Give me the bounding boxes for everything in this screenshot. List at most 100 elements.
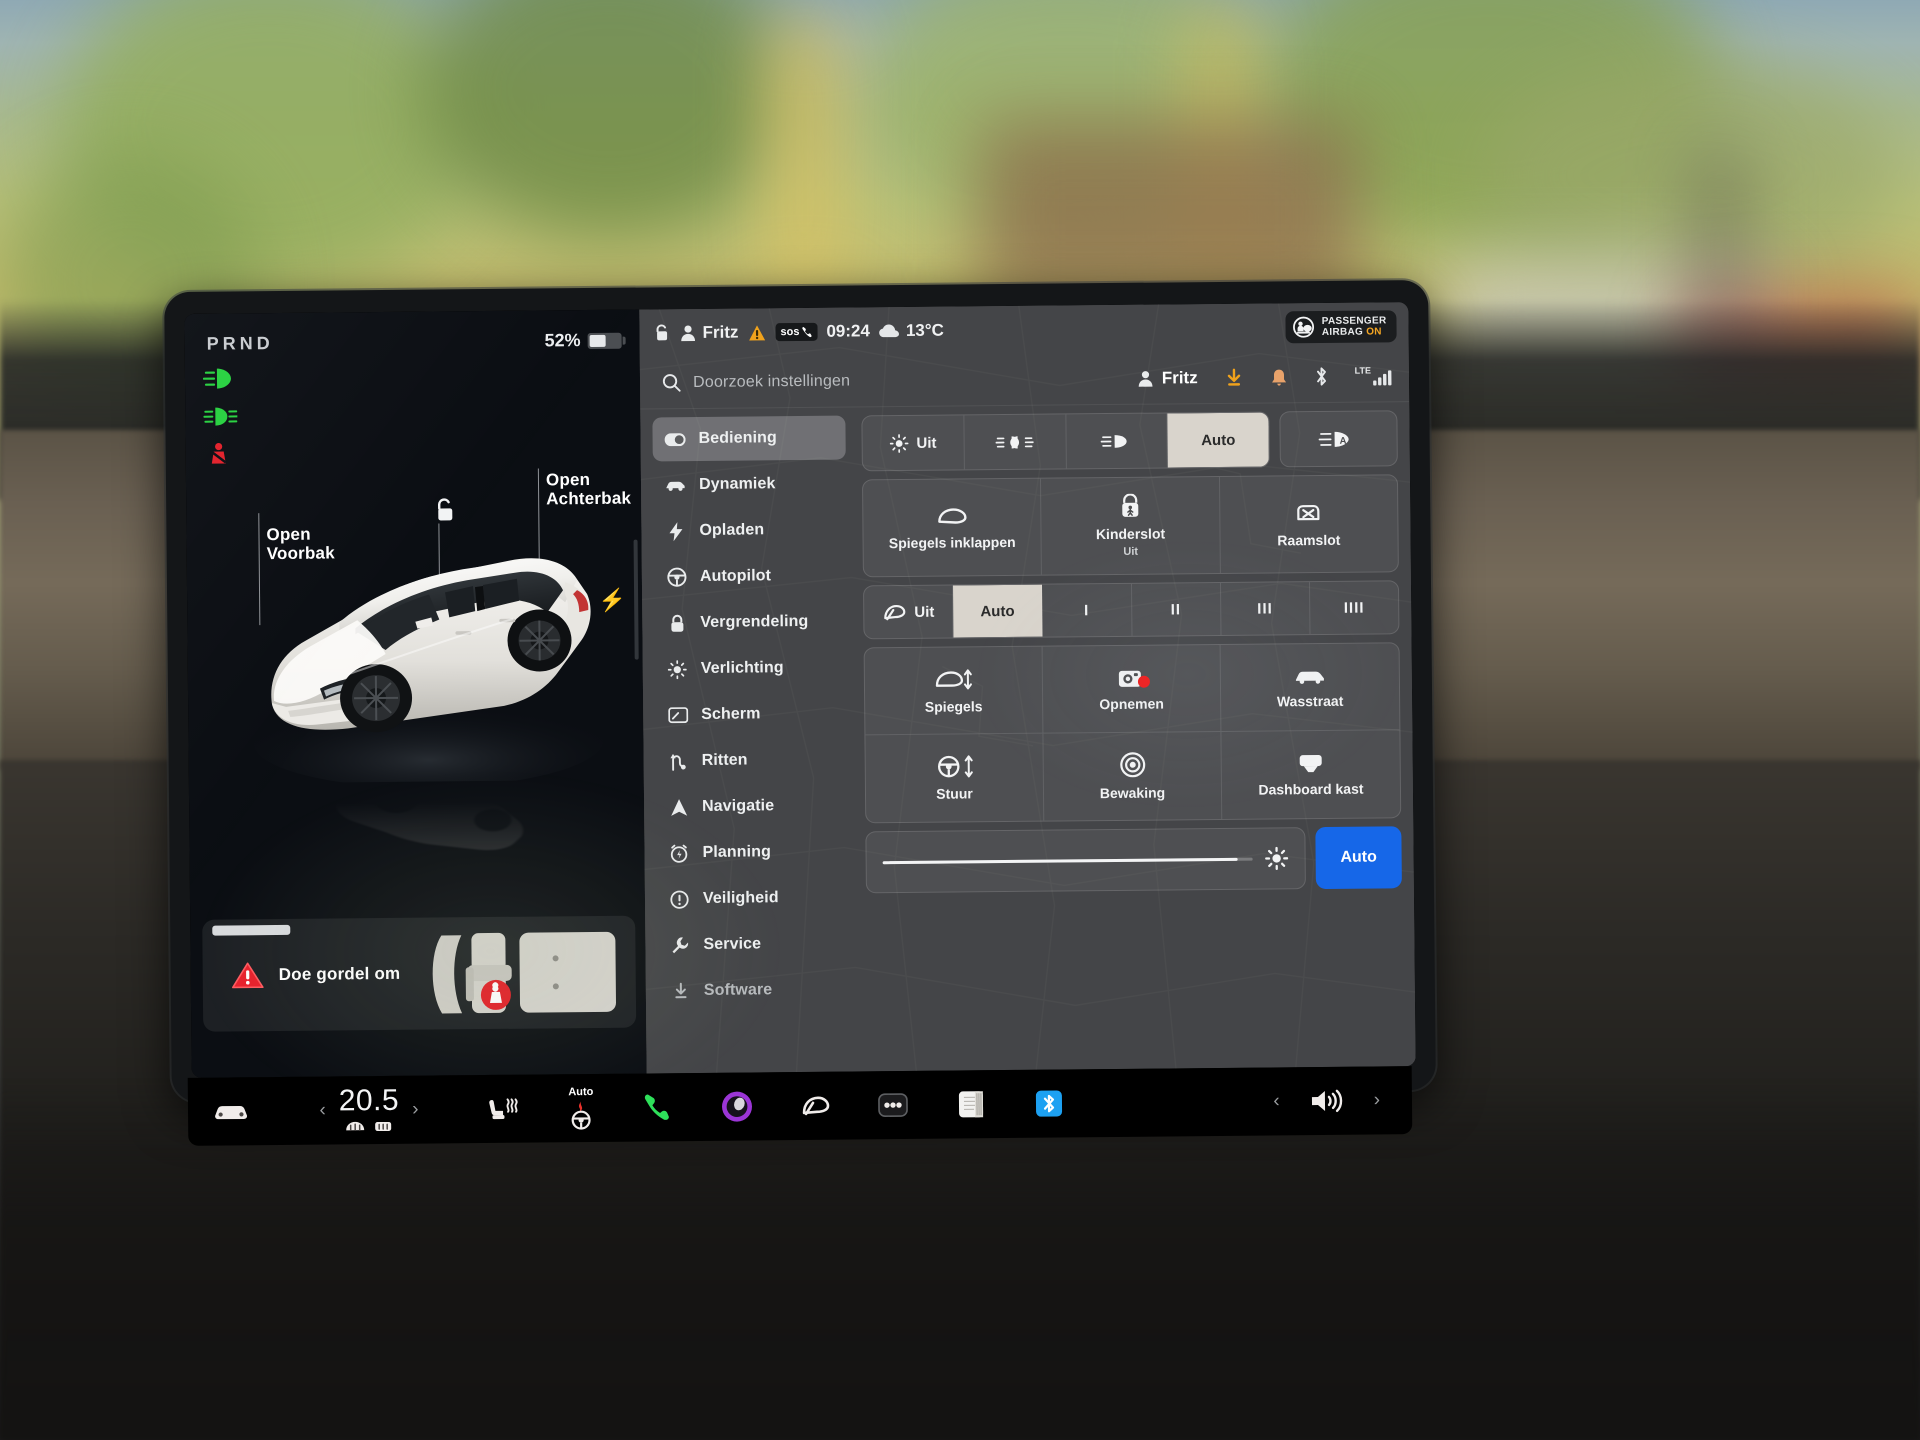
heated-seat-button[interactable] (464, 1094, 542, 1123)
wiper-speed-3-button[interactable]: III (1220, 582, 1311, 635)
search-input[interactable]: Doorzoek instellingen (693, 369, 1125, 391)
bluetooth-app-button[interactable] (1010, 1087, 1088, 1120)
settings-sidebar: Bediening Dynamiek Opladen Autopilot Ver… (640, 407, 861, 1073)
display-icon (667, 707, 688, 724)
parking-lights-button[interactable] (964, 414, 1067, 470)
sidebar-item-vergrendeling[interactable]: Vergrendeling (654, 600, 847, 646)
person-icon (681, 325, 696, 342)
battery-indicator[interactable]: 52% (545, 330, 622, 352)
child-lock-button[interactable]: Kinderslot Uit (1041, 476, 1221, 575)
vehicle-controls-button[interactable] (188, 1099, 274, 1124)
clock-time: 09:24 (826, 321, 870, 341)
sentry-mode-label: Bewaking (1099, 784, 1166, 802)
brightness-auto-button[interactable]: Auto (1315, 826, 1402, 890)
vehicle-status-panel: PRND 52% Open Voorbak Open Achterbak ⚡ D… (184, 309, 647, 1078)
sidebar-item-veiligheid[interactable]: Veiligheid (657, 876, 850, 922)
sentry-mode-button[interactable]: Bewaking (1043, 731, 1223, 821)
sidebar-item-software[interactable]: Software (658, 968, 851, 1014)
mirrors-adjust-button[interactable]: Spiegels (864, 646, 1044, 736)
sidebar-item-label: Navigatie (702, 797, 775, 815)
passenger-airbag-indicator: PASSENGER AIRBAG ON (1285, 310, 1397, 344)
wiper-auto-button[interactable]: Auto (953, 584, 1043, 638)
dashcam-record-button[interactable]: Opnemen (1042, 644, 1222, 734)
volume-control: ‹ › (1273, 1085, 1412, 1116)
vehicle-render-stage[interactable]: ⚡ (186, 490, 645, 894)
volume-icon[interactable] (1308, 1086, 1346, 1116)
low-beam-button[interactable] (1065, 413, 1169, 469)
sidebar-item-dynamiek[interactable]: Dynamiek (653, 462, 846, 508)
wiper-off-button[interactable]: Uit (864, 585, 954, 639)
apps-launcher-button[interactable] (854, 1090, 932, 1121)
wiper-speed-2-button[interactable]: II (1131, 582, 1222, 636)
sos-button[interactable]: sos (775, 322, 818, 342)
auto-high-beam-icon: A (1318, 431, 1349, 447)
wiper-speed-4-button[interactable]: IIII (1310, 581, 1399, 634)
passenger-airbag-icon (1293, 316, 1315, 338)
driver-name-label: Fritz (702, 322, 739, 342)
defrost-rear-icon[interactable] (374, 1119, 394, 1134)
sidebar-item-ritten[interactable]: Ritten (655, 738, 848, 784)
defrost-front-icon[interactable] (345, 1119, 367, 1134)
seatbelt-alert-card[interactable]: Doe gordel om (202, 915, 637, 1032)
charge-bolt-icon: ⚡ (598, 587, 627, 613)
sos-label: sos (780, 325, 800, 339)
sidebar-item-scherm[interactable]: Scherm (655, 692, 848, 738)
temp-decrease-button[interactable]: ‹ (319, 1100, 326, 1122)
glovebox-button[interactable]: Dashboard kast (1221, 730, 1400, 819)
brightness-fill (882, 857, 1238, 864)
profile-chip[interactable]: Fritz (1137, 368, 1198, 389)
seatbelt-alert-message: Doe gordel om (278, 963, 401, 985)
airbag-label-2: AIRBAG (1321, 326, 1364, 338)
heated-steering-wheel-button[interactable]: Auto (542, 1086, 620, 1131)
brightness-slider[interactable] (865, 827, 1306, 894)
volume-up-button[interactable]: › (1374, 1089, 1381, 1111)
phone-icon (644, 1094, 669, 1120)
window-lock-button[interactable]: Raamslot (1220, 475, 1398, 573)
bluetooth-icon[interactable] (1314, 366, 1329, 387)
sidebar-item-verlichting[interactable]: Verlichting (655, 646, 848, 692)
alarm-clock-icon (668, 844, 689, 863)
apps-dots-icon (878, 1093, 908, 1117)
unlocked-padlock-icon[interactable] (653, 323, 670, 343)
temp-increase-button[interactable]: › (412, 1099, 419, 1121)
wiper-speed-1-button[interactable]: I (1042, 583, 1133, 637)
sidebar-item-planning[interactable]: Planning (656, 830, 849, 876)
volume-down-button[interactable]: ‹ (1273, 1090, 1280, 1112)
seat-layout-icon (432, 931, 616, 1014)
lights-off-button[interactable]: Uit (862, 415, 965, 471)
steering-adjust-button[interactable]: Stuur (865, 733, 1045, 823)
sidebar-item-navigatie[interactable]: Navigatie (656, 784, 849, 830)
sidebar-item-opladen[interactable]: Opladen (653, 508, 846, 554)
lights-auto-button[interactable]: Auto (1167, 412, 1269, 468)
search-icon[interactable] (662, 373, 681, 392)
media-app-button[interactable] (698, 1089, 776, 1124)
weather-temperature[interactable]: 13°C (879, 321, 944, 342)
settings-body: Bediening Dynamiek Opladen Autopilot Ver… (640, 402, 1415, 1073)
bediening-controls: Uit Auto A Spiegels inklappen Kinderslot… (855, 402, 1415, 1071)
temperature-value[interactable]: 20.5 (339, 1084, 400, 1118)
brightness-track[interactable] (882, 857, 1253, 864)
sidebar-item-service[interactable]: Service (657, 922, 850, 968)
software-download-icon[interactable] (1224, 367, 1244, 387)
car-wash-mode-button[interactable]: Wasstraat (1220, 643, 1400, 732)
sidebar-item-label: Planning (702, 843, 771, 861)
wiper-app-button[interactable] (776, 1092, 854, 1119)
battery-percent-label: 52% (544, 330, 581, 351)
tesla-model-y-render (253, 558, 604, 784)
brightness-auto-label: Auto (1340, 848, 1377, 866)
low-beam-icon (1100, 434, 1127, 448)
phone-app-button[interactable] (620, 1091, 698, 1124)
sidebar-item-autopilot[interactable]: Autopilot (654, 554, 847, 600)
bell-icon[interactable] (1270, 367, 1288, 387)
sidebar-item-label: Ritten (701, 751, 748, 769)
sidebar-item-bediening[interactable]: Bediening (652, 415, 846, 462)
warning-triangle-icon (232, 962, 264, 989)
auto-high-beam-button[interactable]: A (1279, 410, 1398, 468)
notes-app-button[interactable] (932, 1088, 1010, 1121)
tree-trunk-blob (770, 20, 840, 300)
driver-profile[interactable]: Fritz (679, 322, 739, 344)
cellular-signal-icon[interactable]: LTE (1355, 365, 1394, 386)
hazard-triangle-icon[interactable] (747, 323, 766, 342)
sidebar-item-label: Opladen (699, 521, 765, 539)
fold-mirrors-button[interactable]: Spiegels inklappen (862, 478, 1043, 577)
